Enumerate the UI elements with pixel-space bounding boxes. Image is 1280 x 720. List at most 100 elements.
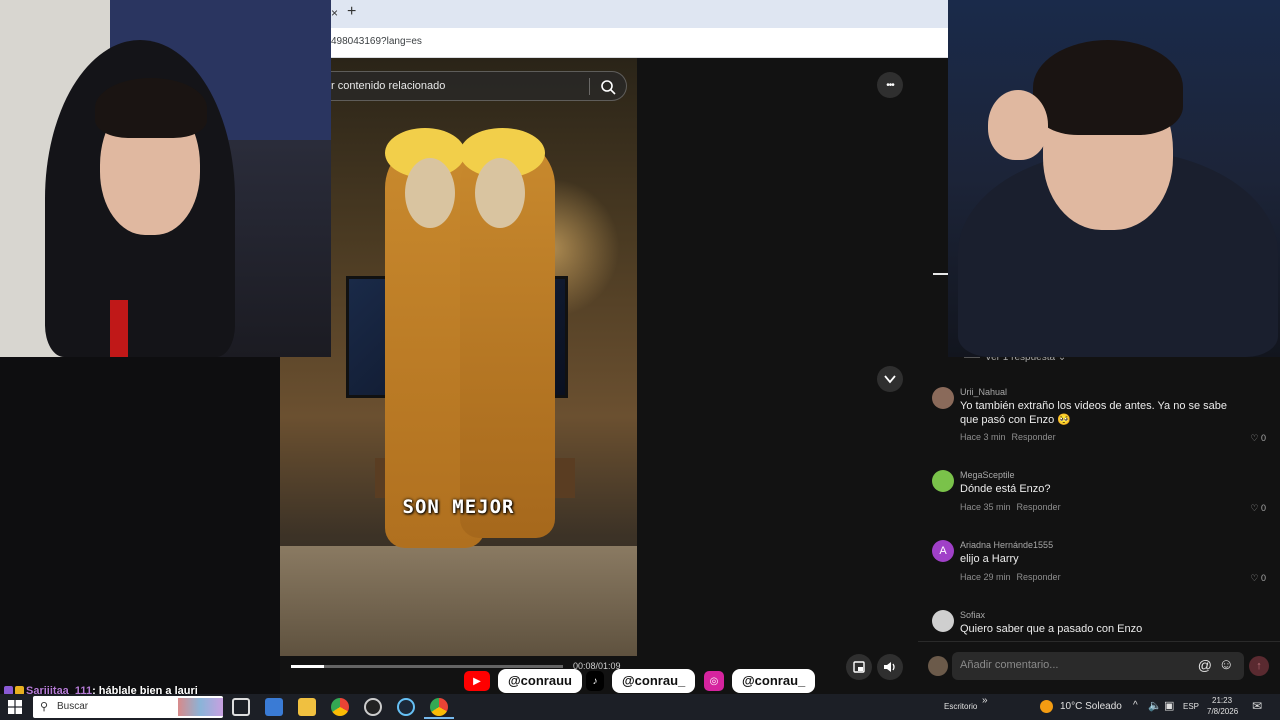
related-search-box[interactable]: r contenido relacionado bbox=[331, 71, 627, 101]
speaker-icon[interactable]: 🔈 bbox=[1148, 699, 1162, 712]
comment-avatar[interactable] bbox=[932, 387, 954, 409]
comment-avatar[interactable] bbox=[932, 610, 954, 632]
creature-head-right bbox=[475, 158, 525, 228]
windows-start-icon[interactable] bbox=[8, 700, 22, 714]
comment-item: MegaSceptile Dónde está Enzo? Hace 35 mi… bbox=[932, 470, 1272, 520]
comment-item: Urii_Nahual Yo también extraño los video… bbox=[932, 387, 1272, 447]
store-icon[interactable] bbox=[265, 698, 283, 716]
comment-username[interactable]: MegaSceptile bbox=[960, 470, 1015, 480]
language-indicator[interactable]: ESP bbox=[1183, 702, 1199, 711]
video-player[interactable]: SON MEJOR bbox=[280, 58, 637, 656]
comment-avatar[interactable]: A bbox=[932, 540, 954, 562]
clock-time[interactable]: 21:23 bbox=[1212, 696, 1232, 705]
weather-text[interactable]: 10°C Soleado bbox=[1060, 701, 1122, 712]
person-hand bbox=[988, 90, 1048, 160]
reply-link[interactable]: Responder bbox=[1017, 502, 1061, 512]
tab-close-icon[interactable]: × bbox=[331, 6, 343, 20]
sofa bbox=[280, 546, 637, 656]
avatar-letter: A bbox=[939, 545, 947, 557]
like-count: 0 bbox=[1260, 433, 1266, 443]
comment-time: Hace 3 min bbox=[960, 432, 1006, 442]
picture-in-picture-icon bbox=[853, 661, 865, 673]
hoodie-logo bbox=[110, 300, 128, 357]
reply-link[interactable]: Responder bbox=[1017, 572, 1061, 582]
comment-placeholder: Añadir comentario... bbox=[960, 659, 1059, 671]
like-count: 0 bbox=[1260, 503, 1266, 513]
url-text[interactable]: 498043169?lang=es bbox=[331, 36, 422, 47]
comment-time: Hace 29 min bbox=[960, 572, 1011, 582]
comment-text: Dónde está Enzo? bbox=[960, 483, 1051, 495]
task-view-icon[interactable] bbox=[232, 698, 250, 716]
browser-tabstrip: × + bbox=[331, 0, 948, 28]
comment-meta: Hace 3 min Responder bbox=[960, 432, 1062, 442]
search-icon[interactable] bbox=[600, 79, 616, 95]
social-youtube: ▶ @conrauu bbox=[464, 668, 582, 694]
picture-in-picture-button[interactable] bbox=[846, 654, 872, 680]
tiktok-handle: @conrau_ bbox=[612, 669, 696, 693]
comment-text: Yo también extraño los videos de antes. … bbox=[960, 400, 1228, 426]
like-count: 0 bbox=[1260, 573, 1266, 583]
reply-link[interactable]: Responder bbox=[1012, 432, 1056, 442]
chevron-down-icon bbox=[884, 375, 896, 384]
webcam-left bbox=[0, 0, 331, 357]
next-video-button[interactable] bbox=[877, 366, 903, 392]
video-caption: SON MEJOR bbox=[402, 496, 515, 518]
chrome-active-icon[interactable] bbox=[430, 698, 448, 716]
social-tiktok: ♪ @conrau_ bbox=[586, 668, 696, 694]
comment-item: A Ariadna Hernánde1555 elijo a Harry Hac… bbox=[932, 540, 1272, 590]
windows-taskbar: ⚲ Buscar Escritorio » 10°C Soleado ^ 🔈 ▣… bbox=[0, 694, 1280, 720]
tray-overflow-icon[interactable]: ^ bbox=[1133, 700, 1138, 711]
clock-date[interactable]: 7/8/2026 bbox=[1207, 707, 1238, 716]
comment-meta: Hace 35 min Responder bbox=[960, 502, 1067, 512]
address-bar[interactable]: 498043169?lang=es bbox=[331, 28, 948, 58]
new-tab-button[interactable]: + bbox=[347, 3, 356, 21]
comment-text: elijo a Harry bbox=[960, 553, 1019, 565]
more-options-button[interactable]: ••• bbox=[877, 72, 903, 98]
instagram-icon: ◎ bbox=[704, 671, 724, 691]
chrome-icon[interactable] bbox=[331, 698, 349, 716]
comment-time: Hace 35 min bbox=[960, 502, 1011, 512]
search-placeholder: r contenido relacionado bbox=[331, 80, 446, 92]
person-hair bbox=[1033, 40, 1183, 135]
youtube-icon: ▶ bbox=[464, 671, 490, 691]
tiktok-icon: ♪ bbox=[586, 671, 604, 691]
network-icon[interactable]: ▣ bbox=[1164, 699, 1174, 712]
active-tab-indicator bbox=[933, 273, 949, 275]
like-button[interactable]: ♡ 0 bbox=[1250, 573, 1266, 584]
active-app-indicator bbox=[424, 717, 454, 719]
steam-icon[interactable] bbox=[397, 698, 415, 716]
taskbar-search-placeholder: Buscar bbox=[57, 701, 89, 712]
volume-icon bbox=[884, 662, 895, 672]
search-highlight-image bbox=[178, 698, 223, 716]
creature-head-left bbox=[405, 158, 455, 228]
weather-sun-icon bbox=[1040, 700, 1053, 713]
person-hair bbox=[95, 78, 207, 138]
notifications-icon[interactable]: ✉ bbox=[1252, 699, 1262, 713]
volume-button[interactable] bbox=[877, 654, 903, 680]
comment-text: Quiero saber que a pasado con Enzo bbox=[960, 623, 1143, 635]
my-avatar bbox=[928, 656, 948, 676]
search-icon: ⚲ bbox=[40, 701, 49, 713]
like-button[interactable]: ♡ 0 bbox=[1250, 433, 1266, 444]
comment-input[interactable]: Añadir comentario... @ ☺ bbox=[952, 652, 1244, 680]
desktop-label[interactable]: Escritorio bbox=[944, 702, 977, 711]
comment-username[interactable]: Ariadna Hernánde1555 bbox=[960, 540, 1053, 550]
taskbar-search[interactable]: ⚲ Buscar bbox=[33, 696, 223, 718]
comment-item: Sofiax Quiero saber que a pasado con Enz… bbox=[932, 610, 1272, 640]
comment-avatar[interactable] bbox=[932, 470, 954, 492]
reply-line bbox=[964, 356, 980, 358]
instagram-handle: @conrau_ bbox=[732, 669, 816, 693]
file-explorer-icon[interactable] bbox=[298, 698, 316, 716]
mention-icon[interactable]: @ bbox=[1198, 657, 1212, 673]
obs-icon[interactable] bbox=[364, 698, 382, 716]
like-button[interactable]: ♡ 0 bbox=[1250, 503, 1266, 514]
webcam-right bbox=[948, 0, 1280, 357]
emoji-icon[interactable]: ☺ bbox=[1219, 656, 1234, 673]
comment-username[interactable]: Sofiax bbox=[960, 610, 985, 620]
search-divider bbox=[589, 78, 590, 95]
comment-meta: Hace 29 min Responder bbox=[960, 572, 1067, 582]
desktop-chevron-icon[interactable]: » bbox=[982, 695, 988, 706]
comment-username[interactable]: Urii_Nahual bbox=[960, 387, 1007, 397]
social-instagram: ◎ @conrau_ bbox=[704, 668, 816, 694]
post-comment-button[interactable]: ↑ bbox=[1249, 656, 1269, 676]
